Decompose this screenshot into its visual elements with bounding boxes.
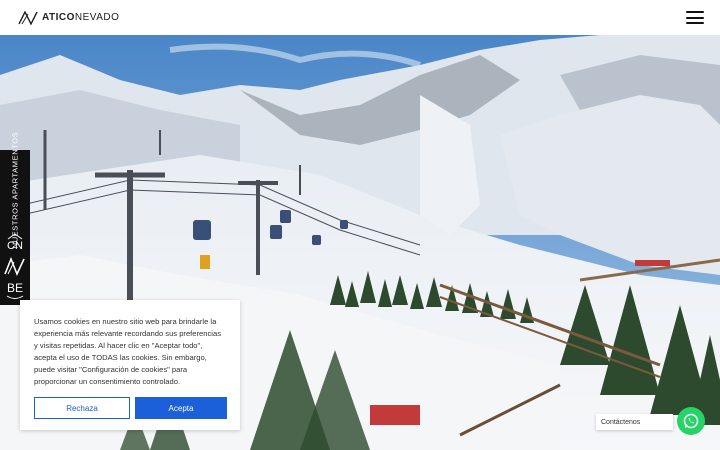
whatsapp-icon[interactable] — [677, 407, 705, 435]
brand-logo[interactable]: ATICONEVADO — [18, 10, 120, 25]
contact-label[interactable]: Contáctenos — [596, 414, 673, 430]
accept-cookies-button[interactable]: Acepta — [135, 397, 227, 419]
apartments-side-panel: NUESTROS APARTAMENTOS CN BE — [0, 131, 30, 305]
side-panel-label: NUESTROS APARTAMENTOS — [10, 131, 20, 249]
hamburger-menu-icon[interactable] — [686, 11, 704, 24]
reject-cookies-button[interactable]: Rechaza — [34, 397, 130, 419]
aticonevado-mark-icon[interactable] — [0, 254, 30, 278]
site-header: ATICONEVADO — [0, 0, 720, 35]
brand-name: ATICONEVADO — [42, 12, 120, 23]
cookie-consent-text: Usamos cookies en nuestro sitio web para… — [34, 317, 221, 386]
logo-mark-icon — [18, 10, 38, 25]
svg-text:BE: BE — [7, 281, 23, 295]
be-icon[interactable]: BE — [0, 278, 30, 302]
cookie-consent-panel: Usamos cookies en nuestro sitio web para… — [20, 300, 240, 430]
